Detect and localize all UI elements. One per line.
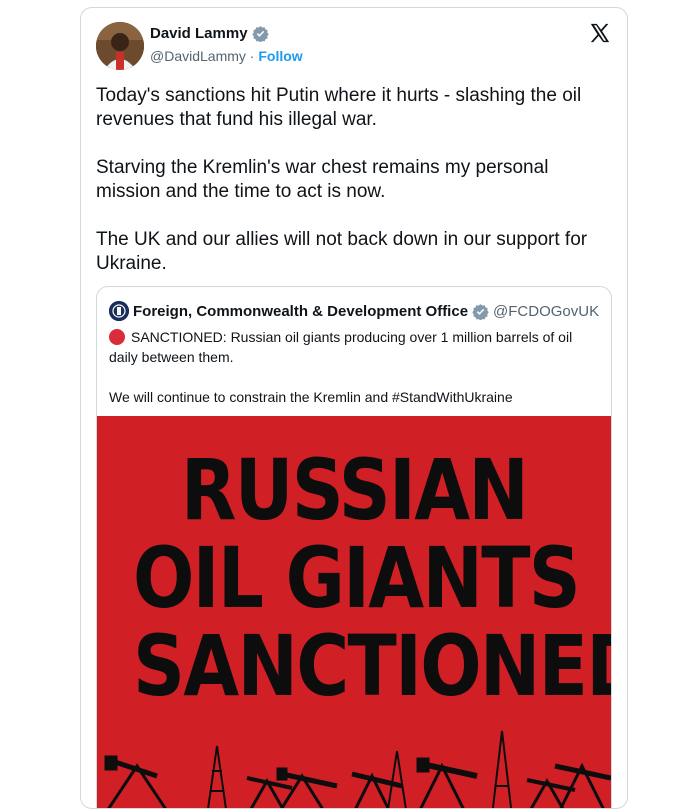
quote-author-handle[interactable]: @FCDOGovUK: [493, 303, 599, 320]
tweet-body: Today's sanctions hit Putin where it hur…: [96, 84, 616, 300]
tweet-paragraph: Starving the Kremlin's war chest remains…: [96, 157, 549, 202]
quoted-tweet[interactable]: Foreign, Commonwealth & Development Offi…: [96, 286, 612, 808]
verified-badge-icon: [251, 25, 269, 43]
quote-body: SANCTIONED: Russian oil giants producing…: [109, 327, 599, 427]
author-name[interactable]: David Lammy: [150, 25, 248, 42]
separator: ·: [249, 48, 255, 64]
verified-badge-icon: [472, 303, 489, 320]
headline-line: SANCTIONED: [132, 617, 611, 715]
tweet-paragraph: Today's sanctions hit Putin where it hur…: [96, 85, 582, 130]
author-avatar[interactable]: [96, 22, 144, 70]
tweet-card[interactable]: David Lammy @DavidLammy · Follow Today's…: [80, 7, 628, 809]
headline-line: OIL GIANTS: [132, 529, 581, 627]
oil-pumps-silhouette: [104, 730, 611, 808]
fcdo-avatar[interactable]: [109, 301, 129, 321]
follow-button[interactable]: Follow: [258, 48, 302, 64]
quote-line: We will continue to constrain the Kremli…: [109, 389, 513, 405]
quote-line: SANCTIONED: Russian oil giants producing…: [109, 329, 573, 365]
quote-author-name[interactable]: Foreign, Commonwealth & Development Offi…: [133, 303, 468, 320]
media-headline: RUSSIAN OIL GIANTS SANCTIONED: [132, 441, 611, 715]
x-logo-icon[interactable]: [589, 22, 611, 44]
author-handle[interactable]: @DavidLammy: [150, 48, 246, 64]
quote-media-image[interactable]: RUSSIAN OIL GIANTS SANCTIONED: [97, 416, 611, 808]
tweet-paragraph: The UK and our allies will not back down…: [96, 229, 588, 274]
red-circle-icon: [109, 329, 125, 345]
headline-line: RUSSIAN: [180, 441, 529, 539]
